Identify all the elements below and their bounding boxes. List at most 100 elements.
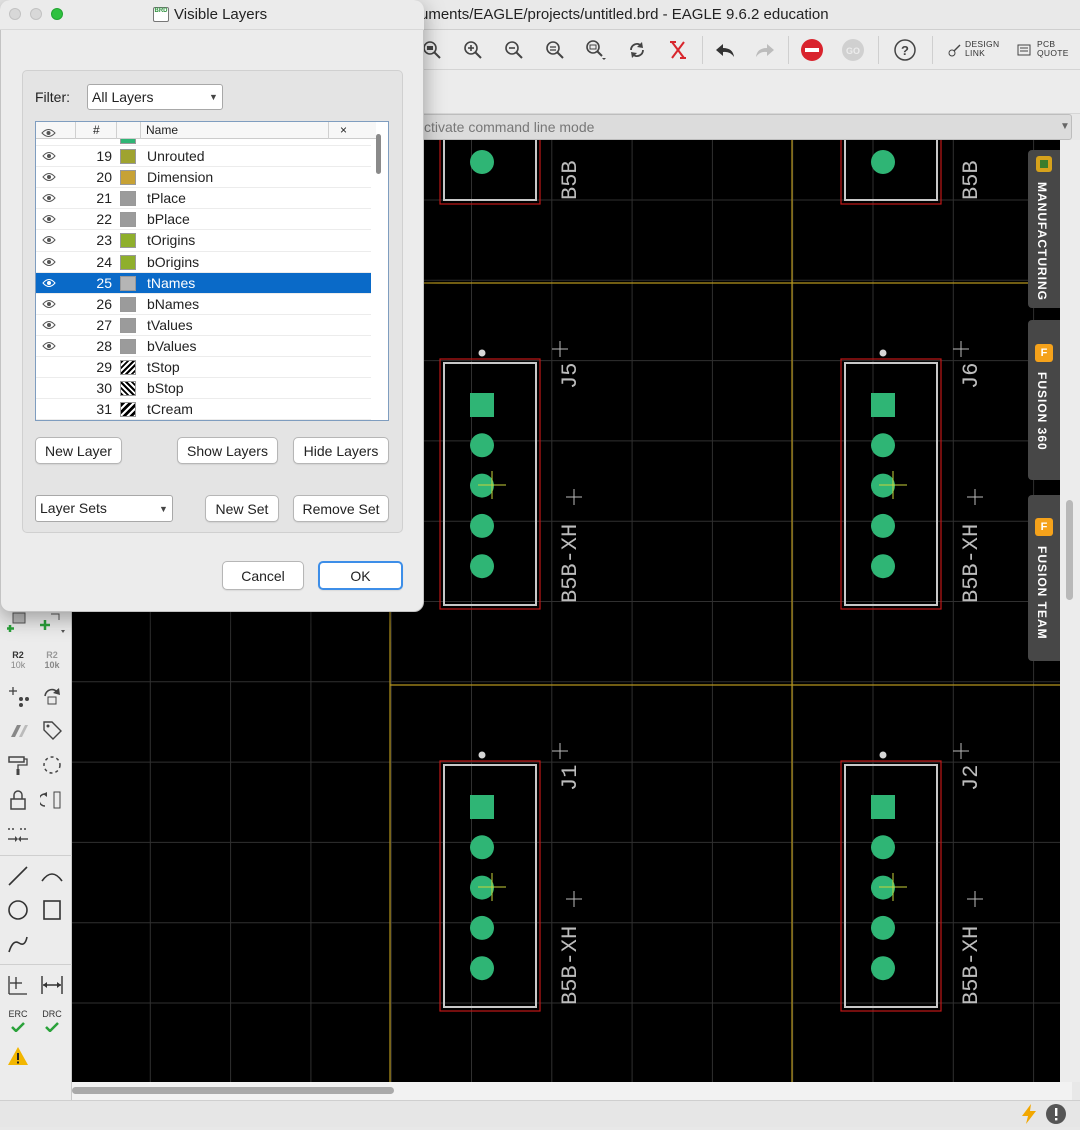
close-column-header[interactable]: × [340, 123, 347, 137]
layer-color-swatch[interactable] [120, 360, 136, 375]
design-link-button[interactable]: DESIGN LINK [965, 40, 999, 58]
lock-icon[interactable] [4, 786, 32, 814]
go-icon[interactable]: GO [839, 36, 867, 64]
help-icon[interactable]: ? [891, 36, 919, 64]
show-layers-button[interactable]: Show Layers [177, 437, 278, 464]
cancel-button[interactable]: Cancel [222, 561, 304, 590]
zoom-previous-icon[interactable] [541, 36, 569, 64]
layer-row[interactable]: 26 bNames [36, 294, 371, 315]
zoom-window-button[interactable] [51, 8, 63, 20]
layer-row[interactable]: 19 Unrouted [36, 146, 371, 167]
layer-color-swatch[interactable] [120, 212, 136, 228]
dimension-icon[interactable] [38, 971, 66, 999]
drc-button[interactable]: DRC [38, 1008, 66, 1036]
move-icon[interactable] [4, 682, 32, 710]
split-icon[interactable] [4, 820, 32, 848]
close-window-button[interactable] [9, 8, 21, 20]
visibility-eye-icon[interactable] [42, 172, 56, 182]
remove-set-button[interactable]: Remove Set [293, 495, 389, 522]
layer-row[interactable]: 20 Dimension [36, 167, 371, 188]
layer-color-swatch[interactable] [120, 381, 136, 397]
mark-icon[interactable] [4, 971, 32, 999]
layer-color-swatch[interactable] [120, 254, 136, 270]
zoom-out-icon[interactable] [500, 36, 528, 64]
add-package-icon[interactable] [38, 608, 66, 636]
zoom-select-icon[interactable] [582, 36, 610, 64]
erc-button[interactable]: ERC [4, 1008, 32, 1036]
mirror-icon[interactable] [4, 716, 32, 744]
line-icon[interactable] [4, 862, 32, 890]
visibility-toggle[interactable] [42, 383, 56, 393]
tag-icon[interactable] [38, 716, 66, 744]
layer-row[interactable]: 30 bStop [36, 378, 371, 399]
undo-icon[interactable] [711, 36, 739, 64]
group-icon[interactable] [38, 751, 66, 779]
visibility-eye-icon[interactable] [42, 151, 56, 161]
hide-layers-button[interactable]: Hide Layers [293, 437, 389, 464]
spline-icon[interactable] [4, 930, 32, 958]
layer-name: bStop [147, 380, 184, 397]
rectangle-icon[interactable] [38, 896, 66, 924]
layer-color-swatch[interactable] [120, 338, 136, 354]
swap-icon[interactable] [38, 786, 66, 814]
new-set-button[interactable]: New Set [205, 495, 279, 522]
round-pad [470, 915, 494, 940]
new-layer-button[interactable]: New Layer [35, 437, 122, 464]
alert-icon[interactable] [1045, 1103, 1067, 1130]
command-history-dropdown-icon[interactable]: ▼ [1060, 121, 1070, 132]
visibility-toggle[interactable] [42, 362, 56, 372]
visibility-eye-icon[interactable] [42, 278, 56, 288]
visibility-eye-icon[interactable] [42, 299, 56, 309]
layer-number: 22 [96, 211, 112, 228]
design-link-icon [946, 36, 964, 64]
redraw-icon[interactable] [623, 36, 651, 64]
horizontal-scrollbar-thumb[interactable] [72, 1087, 394, 1094]
layer-color-swatch[interactable] [120, 317, 136, 333]
visibility-eye-icon[interactable] [42, 341, 56, 351]
number-column-header[interactable]: # [93, 123, 100, 137]
layer-row[interactable]: 27 tValues [36, 315, 371, 336]
layer-row[interactable]: 31 tCream [36, 399, 371, 420]
vertical-scrollbar-thumb[interactable] [1066, 500, 1073, 600]
visibility-eye-icon[interactable] [42, 214, 56, 224]
pcb-quote-button[interactable]: PCB QUOTE [1037, 40, 1069, 58]
warning-icon[interactable] [4, 1042, 32, 1070]
ok-button[interactable]: OK [318, 561, 403, 590]
minimize-window-button[interactable] [30, 8, 42, 20]
layer-row[interactable]: 25 tNames [36, 272, 371, 294]
lightning-icon[interactable] [1019, 1103, 1039, 1130]
visibility-toggle[interactable] [42, 404, 56, 414]
layer-list-scrollbar[interactable] [376, 134, 381, 174]
zoom-in-icon[interactable] [459, 36, 487, 64]
circle-icon[interactable] [4, 896, 32, 924]
layer-color-swatch[interactable] [120, 149, 136, 164]
layer-color-swatch[interactable] [120, 191, 136, 207]
layer-row[interactable]: 23 tOrigins [36, 230, 371, 251]
visibility-eye-icon[interactable] [42, 257, 56, 267]
add-part-icon[interactable] [4, 608, 32, 636]
layer-row[interactable]: 24 bOrigins [36, 252, 371, 273]
name-tool-button[interactable]: R2 10k [4, 646, 32, 674]
visibility-eye-icon[interactable] [42, 320, 56, 330]
layer-color-swatch[interactable] [120, 275, 136, 291]
layer-color-swatch[interactable] [120, 233, 136, 249]
stop-command-icon[interactable] [798, 36, 826, 64]
layer-number: 30 [96, 380, 112, 397]
layer-row[interactable]: 21 tPlace [36, 188, 371, 209]
paint-roller-icon[interactable] [4, 751, 32, 779]
layer-color-swatch[interactable] [120, 170, 136, 186]
layer-color-swatch[interactable] [120, 296, 136, 312]
rotate-icon[interactable] [38, 682, 66, 710]
arc-icon[interactable] [38, 862, 66, 890]
ratsnest-icon[interactable] [664, 36, 692, 64]
visibility-eye-icon[interactable] [42, 235, 56, 245]
layer-row[interactable]: 22 bPlace [36, 209, 371, 230]
layer-color-swatch[interactable] [120, 402, 136, 418]
layer-row[interactable]: 29 tStop [36, 357, 371, 378]
value-tool-button[interactable]: R2 10k [38, 646, 66, 674]
visibility-eye-icon[interactable] [42, 193, 56, 203]
layer-row[interactable]: 28 bValues [36, 336, 371, 357]
name-column-header[interactable]: Name [146, 123, 178, 137]
redo-icon[interactable] [751, 36, 779, 64]
round-pad [871, 915, 895, 940]
